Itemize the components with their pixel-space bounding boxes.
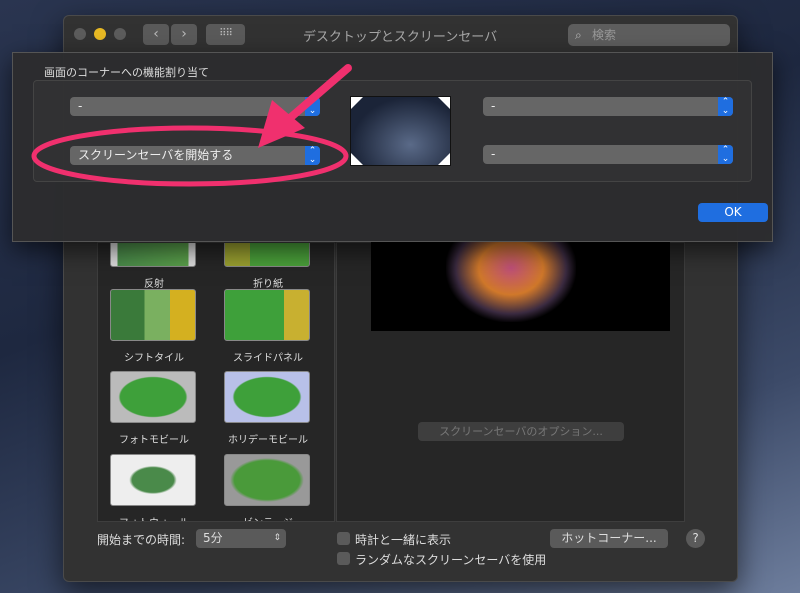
annotation-overlay <box>31 64 352 187</box>
highlight-ellipse <box>31 125 349 187</box>
arrow-shaft <box>286 64 352 122</box>
